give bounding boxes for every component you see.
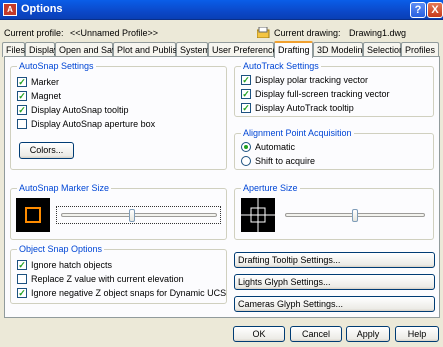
checkbox-checked-icon: ✓ <box>241 74 251 85</box>
drafting-panel: AutoSnap Settings ✓ Marker ✓ Magnet ✓ Displ… <box>4 56 440 318</box>
marker-size-preview <box>16 198 50 232</box>
object-snap-options-group: Object Snap Options ✓ Ignore hatch object… <box>10 244 227 304</box>
checkbox-checked-icon: ✓ <box>17 90 27 101</box>
autosnap-tooltip-checkbox[interactable]: ✓ Display AutoSnap tooltip <box>17 104 129 117</box>
replace-z-checkbox[interactable]: Replace Z value with current elevation <box>17 273 184 286</box>
fullscreen-tracking-checkbox[interactable]: ✓ Display full-screen tracking vector <box>241 88 390 101</box>
aperture-crosshair-icon <box>241 198 275 232</box>
shift-to-acquire-radio[interactable]: Shift to acquire <box>241 155 315 168</box>
profile-info-row: Current profile: <<Unnamed Profile>> Cur… <box>4 27 440 40</box>
aperture-size-slider-thumb[interactable] <box>352 209 358 222</box>
autosnap-settings-group: AutoSnap Settings ✓ Marker ✓ Magnet ✓ Displ… <box>10 61 227 170</box>
magnet-checkbox[interactable]: ✓ Magnet <box>17 90 61 103</box>
checkbox-checked-icon: ✓ <box>17 287 27 298</box>
radio-selected-icon <box>241 141 251 152</box>
cameras-glyph-settings-button[interactable]: Cameras Glyph Settings... <box>234 296 435 312</box>
automatic-radio[interactable]: Automatic <box>241 141 295 154</box>
current-profile-value: <<Unnamed Profile>> <box>70 28 159 38</box>
tab-open-and-save[interactable]: Open and Save <box>55 42 122 57</box>
autotrack-settings-title: AutoTrack Settings <box>241 61 321 71</box>
tab-3d-modeling[interactable]: 3D Modeling <box>313 42 368 57</box>
autocad-app-icon: A <box>3 3 17 16</box>
ignore-negative-z-checkbox[interactable]: ✓ Ignore negative Z object snaps for Dyna… <box>17 287 226 300</box>
tab-drafting[interactable]: Drafting <box>274 41 313 58</box>
tab-files[interactable]: Files <box>2 42 25 57</box>
drafting-tooltip-settings-button[interactable]: Drafting Tooltip Settings... <box>234 252 435 268</box>
title-bar: A Options ? X <box>0 0 443 20</box>
current-drawing-label: Current drawing: <box>274 28 341 38</box>
object-snap-options-title: Object Snap Options <box>17 244 105 254</box>
tab-system[interactable]: System <box>176 42 210 57</box>
help-title-button[interactable]: ? <box>410 2 426 18</box>
checkbox-checked-icon: ✓ <box>17 76 27 87</box>
lights-glyph-settings-button[interactable]: Lights Glyph Settings... <box>234 274 435 290</box>
alignment-acquisition-group: Alignment Point Acquisition Automatic Sh… <box>234 128 434 170</box>
radio-unselected-icon <box>241 155 251 166</box>
current-drawing-value: Drawing1.dwg <box>349 28 407 38</box>
autosnap-settings-title: AutoSnap Settings <box>17 61 96 71</box>
marker-size-slider-track[interactable] <box>61 213 217 217</box>
snap-marker-square-icon <box>25 207 41 223</box>
window-title: Options <box>21 3 63 15</box>
aperture-size-preview <box>241 198 275 232</box>
checkbox-checked-icon: ✓ <box>241 88 251 99</box>
marker-size-title: AutoSnap Marker Size <box>17 183 112 193</box>
drawing-icon <box>257 27 270 38</box>
aperture-box-checkbox[interactable]: Display AutoSnap aperture box <box>17 118 155 131</box>
marker-checkbox[interactable]: ✓ Marker <box>17 76 59 89</box>
close-title-button[interactable]: X <box>427 2 443 18</box>
tab-user-preferences[interactable]: User Preferences <box>208 42 282 57</box>
alignment-acquisition-title: Alignment Point Acquisition <box>241 128 354 138</box>
tab-profiles[interactable]: Profiles <box>401 42 439 57</box>
checkbox-unchecked-icon <box>17 273 27 284</box>
tab-plot-and-publish[interactable]: Plot and Publish <box>113 42 182 57</box>
ignore-hatch-checkbox[interactable]: ✓ Ignore hatch objects <box>17 259 112 272</box>
cancel-button[interactable]: Cancel <box>290 326 342 342</box>
colors-button[interactable]: Colors... <box>19 142 74 159</box>
marker-size-group: AutoSnap Marker Size <box>10 183 227 240</box>
checkbox-checked-icon: ✓ <box>17 259 27 270</box>
aperture-size-group: Aperture Size <box>234 183 434 240</box>
checkbox-unchecked-icon <box>17 118 27 129</box>
polar-tracking-checkbox[interactable]: ✓ Display polar tracking vector <box>241 74 368 87</box>
apply-button[interactable]: Apply <box>346 326 390 342</box>
ok-button[interactable]: OK <box>233 326 285 342</box>
aperture-size-title: Aperture Size <box>241 183 300 193</box>
help-button[interactable]: Help <box>395 326 439 342</box>
autotrack-settings-group: AutoTrack Settings ✓ Display polar tracki… <box>234 61 434 117</box>
marker-size-slider-thumb[interactable] <box>128 209 135 222</box>
tab-strip: Files Display Open and Save Plot and Pub… <box>2 41 442 58</box>
checkbox-checked-icon: ✓ <box>17 104 27 115</box>
current-profile-label: Current profile: <box>4 28 64 38</box>
checkbox-checked-icon: ✓ <box>241 102 251 113</box>
autotrack-tooltip-checkbox[interactable]: ✓ Display AutoTrack tooltip <box>241 102 354 115</box>
tab-display[interactable]: Display <box>25 42 59 57</box>
tab-selection[interactable]: Selection <box>363 42 404 57</box>
